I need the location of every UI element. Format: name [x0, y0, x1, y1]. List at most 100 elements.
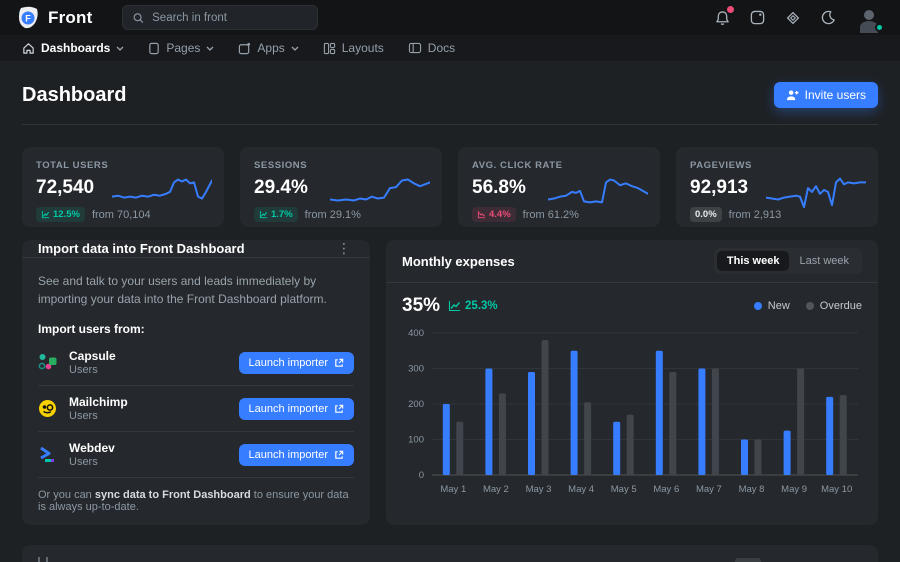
- svg-text:May 9: May 9: [781, 484, 807, 495]
- svg-text:May 1: May 1: [440, 484, 466, 495]
- front-logo-icon: F: [18, 6, 40, 30]
- stat-card-avg-click-rate[interactable]: Avg. click rate 56.8% 4.4% from 61.2%: [458, 147, 660, 227]
- sync-note: Or you can sync data to Front Dashboard …: [38, 477, 354, 515]
- sync-link[interactable]: sync data to Front Dashboard: [95, 489, 251, 501]
- list-item-capsule: Capsule Users Launch importer: [38, 340, 354, 386]
- trend-up-icon: [41, 210, 50, 219]
- page-title: Dashboard: [22, 84, 126, 107]
- list-item-webdev: Webdev Users Launch importer: [38, 432, 354, 477]
- nav-item-docs[interactable]: Docs: [408, 41, 455, 55]
- stat-label: Pageviews: [690, 160, 864, 171]
- legend-item-overdue[interactable]: Overdue: [806, 300, 862, 312]
- launch-importer-button[interactable]: Launch importer: [239, 444, 355, 466]
- invite-users-button[interactable]: Invite users: [774, 82, 878, 108]
- search-icon: [133, 12, 144, 24]
- launch-importer-button[interactable]: Launch importer: [239, 352, 355, 374]
- nav-item-layouts[interactable]: Layouts: [323, 41, 384, 55]
- trend-badge: 0.0%: [690, 207, 722, 222]
- components-diamond-icon[interactable]: [785, 10, 801, 26]
- brand-logo[interactable]: F Front: [18, 6, 92, 30]
- header-divider: [22, 124, 878, 125]
- svg-text:200: 200: [408, 399, 424, 410]
- svg-text:300: 300: [408, 364, 424, 375]
- user-avatar[interactable]: [856, 5, 882, 31]
- user-plus-icon: [786, 89, 799, 101]
- svg-text:May 10: May 10: [821, 484, 852, 495]
- mailchimp-logo-icon: [38, 399, 57, 418]
- search-input[interactable]: [152, 12, 307, 24]
- stat-from: from 2,913: [729, 209, 782, 221]
- chart-legend: New Overdue: [754, 300, 862, 312]
- notification-badge-dot: [727, 6, 734, 13]
- book-icon: [408, 42, 422, 54]
- legend-dot: [754, 302, 762, 310]
- notifications-bell-icon[interactable]: [715, 10, 730, 26]
- nav-item-apps[interactable]: Apps: [238, 41, 298, 55]
- svg-text:May 6: May 6: [653, 484, 679, 495]
- stat-card-total-users[interactable]: Total users 72,540 12.5% from 70,104: [22, 147, 224, 227]
- svg-text:0: 0: [419, 470, 424, 481]
- sparkline-chart: [548, 171, 648, 209]
- main-nav: Dashboards Pages Apps Layouts: [0, 35, 900, 62]
- toggle-last-week[interactable]: Last week: [789, 251, 859, 271]
- expenses-trend: 25.3%: [448, 300, 498, 312]
- clipped-icon: [38, 557, 48, 562]
- search-box[interactable]: [122, 5, 318, 30]
- webdev-logo-icon: [38, 445, 57, 464]
- source-name: Capsule: [69, 349, 116, 363]
- brand-name: Front: [48, 8, 92, 28]
- monthly-expenses-card: Monthly expenses This week Last week 35%…: [386, 240, 878, 525]
- chevron-down-icon: [206, 46, 214, 51]
- stat-from: from 29.1%: [305, 209, 361, 221]
- sparkline-chart: [112, 171, 212, 209]
- sparkline-chart: [766, 171, 866, 209]
- stat-from: from 61.2%: [523, 209, 579, 221]
- app-window-icon[interactable]: [750, 10, 765, 25]
- topbar-actions: [715, 5, 882, 31]
- stat-label: Total users: [36, 160, 210, 171]
- import-sources-list: Capsule Users Launch importer: [38, 340, 354, 477]
- week-toggle: This week Last week: [714, 248, 862, 274]
- stat-label: Avg. click rate: [472, 160, 646, 171]
- list-item-mailchimp: Mailchimp Users Launch importer: [38, 386, 354, 432]
- stat-card-sessions[interactable]: Sessions 29.4% 1.7% from 29.1%: [240, 147, 442, 227]
- svg-text:May 8: May 8: [739, 484, 765, 495]
- launch-importer-button[interactable]: Launch importer: [239, 398, 355, 420]
- trend-up-icon: [448, 300, 461, 312]
- svg-text:100: 100: [408, 435, 424, 446]
- svg-text:May 4: May 4: [568, 484, 594, 495]
- sparkline-chart: [330, 171, 430, 209]
- stat-card-pageviews[interactable]: Pageviews 92,913 0.0% from 2,913: [676, 147, 878, 227]
- toggle-this-week[interactable]: This week: [717, 251, 790, 271]
- trend-badge: 1.7%: [254, 207, 298, 222]
- card-title: Import data into Front Dashboard: [38, 241, 245, 256]
- topbar: F Front: [0, 0, 900, 35]
- svg-text:400: 400: [408, 328, 424, 339]
- external-link-icon: [334, 404, 344, 414]
- legend-dot: [806, 302, 814, 310]
- svg-text:F: F: [25, 13, 31, 23]
- dark-mode-moon-icon[interactable]: [821, 10, 836, 25]
- kebab-menu-icon[interactable]: ⋮: [334, 240, 354, 257]
- online-status-dot: [875, 23, 884, 32]
- import-description: See and talk to your users and leads imm…: [38, 272, 354, 308]
- source-type: Users: [69, 410, 128, 422]
- nav-item-pages[interactable]: Pages: [148, 41, 214, 55]
- legend-item-new[interactable]: New: [754, 300, 790, 312]
- page-icon: [148, 42, 160, 55]
- import-subtitle: Import users from:: [38, 322, 354, 336]
- home-icon: [22, 42, 35, 55]
- source-name: Mailchimp: [69, 395, 128, 409]
- svg-text:May 5: May 5: [611, 484, 637, 495]
- svg-text:May 7: May 7: [696, 484, 722, 495]
- trend-badge: 4.4%: [472, 207, 516, 222]
- partial-next-card: [22, 545, 878, 562]
- card-title: Monthly expenses: [402, 254, 515, 269]
- layouts-icon: [323, 42, 336, 55]
- trend-badge: 12.5%: [36, 207, 85, 222]
- clipped-control: [735, 558, 761, 562]
- apps-icon: [238, 42, 251, 55]
- expenses-percent: 35%: [402, 295, 440, 317]
- trend-down-icon: [477, 210, 486, 219]
- nav-item-dashboards[interactable]: Dashboards: [22, 41, 124, 55]
